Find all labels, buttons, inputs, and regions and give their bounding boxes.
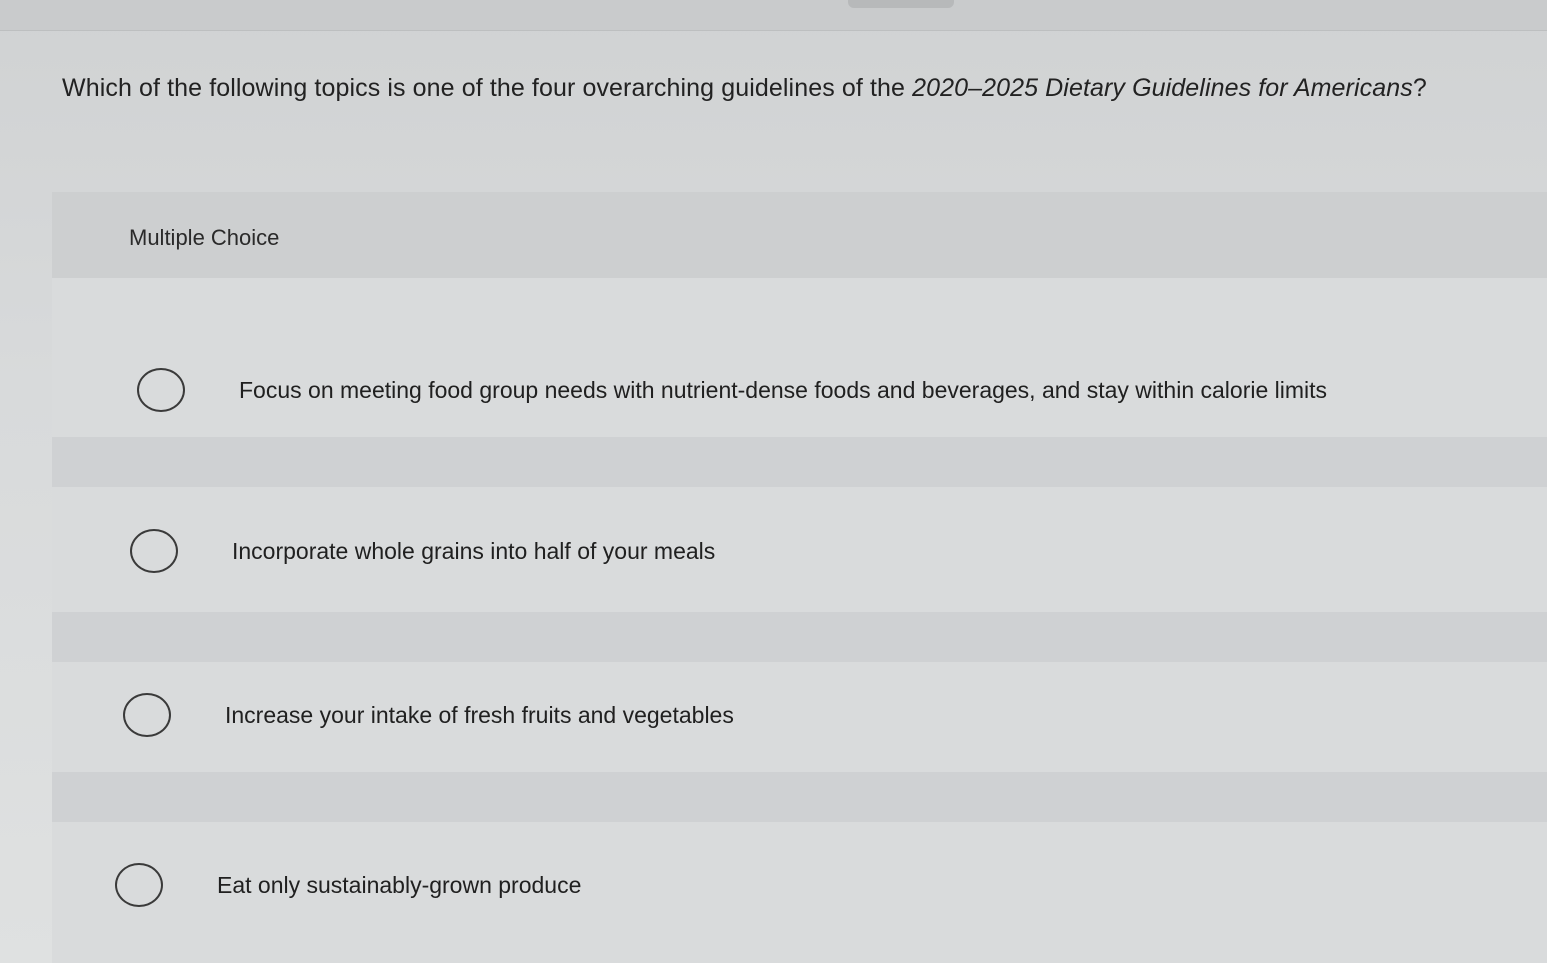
question-title-italic: 2020–2025 Dietary Guidelines for America… bbox=[912, 74, 1413, 102]
radio-button[interactable] bbox=[137, 368, 185, 412]
answer-option-label: Increase your intake of fresh fruits and… bbox=[225, 701, 734, 728]
choices-panel: Multiple Choice Focus on meeting food gr… bbox=[52, 192, 1547, 963]
question-suffix: ? bbox=[1412, 74, 1427, 102]
radio-button[interactable] bbox=[123, 693, 171, 737]
answer-option-1[interactable]: Focus on meeting food group needs with n… bbox=[137, 360, 1327, 420]
question-type-label: Multiple Choice bbox=[129, 225, 280, 250]
answer-option-3[interactable]: Increase your intake of fresh fruits and… bbox=[123, 685, 734, 745]
question-type-header: Multiple Choice bbox=[52, 192, 1547, 278]
answer-option-label: Eat only sustainably-grown produce bbox=[217, 871, 582, 898]
question-prompt: Which of the following topics is one of … bbox=[62, 74, 1542, 103]
answer-option-2[interactable]: Incorporate whole grains into half of yo… bbox=[130, 521, 715, 581]
answer-option-label: Incorporate whole grains into half of yo… bbox=[232, 537, 716, 564]
top-bar bbox=[0, 0, 1547, 31]
question-text: Which of the following topics is one of … bbox=[62, 74, 913, 102]
top-tab-indicator bbox=[848, 0, 954, 8]
divider-band bbox=[52, 437, 1547, 487]
divider-band bbox=[52, 772, 1547, 822]
radio-button[interactable] bbox=[115, 863, 163, 907]
quiz-page: Which of the following topics is one of … bbox=[0, 0, 1547, 963]
divider-band bbox=[52, 612, 1547, 662]
radio-button[interactable] bbox=[130, 529, 178, 573]
answer-option-label: Focus on meeting food group needs with n… bbox=[239, 376, 1328, 403]
answer-option-4[interactable]: Eat only sustainably-grown produce bbox=[115, 855, 581, 915]
